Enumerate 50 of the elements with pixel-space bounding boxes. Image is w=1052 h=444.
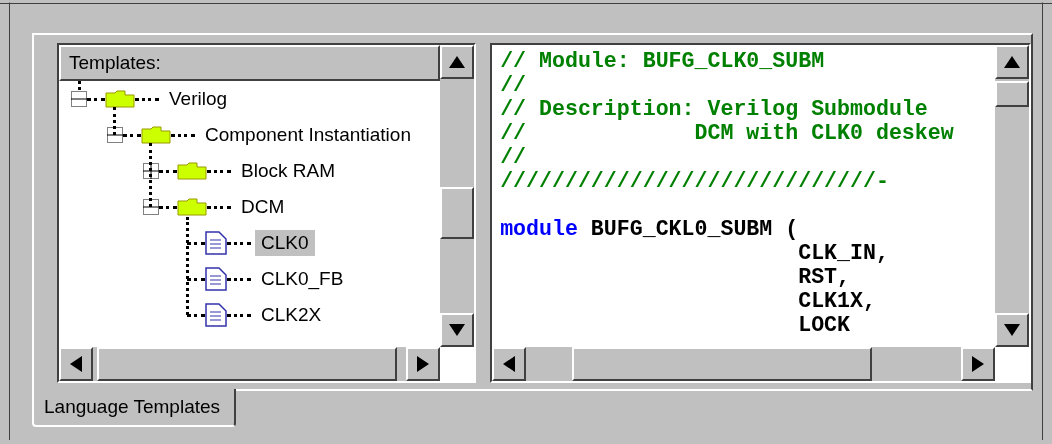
scroll-right-button[interactable] [406,347,441,381]
scroll-left-button[interactable] [59,347,93,381]
scrollbar-thumb[interactable] [440,187,475,239]
scrollbar-thumb[interactable] [97,347,397,381]
scroll-up-button[interactable] [995,45,1029,79]
tree-item[interactable]: CLK0_FB [255,266,350,292]
folder-icon [105,90,135,108]
code-comment: // [500,73,528,97]
scroll-down-button[interactable] [440,313,475,347]
scrollbar-thumb[interactable] [995,81,1029,107]
up-arrow-icon [1003,55,1021,69]
right-arrow-icon [971,355,985,373]
code-comment: /////////////////////////////- [500,169,890,193]
code-line: LOCK [797,313,851,337]
code-comment: // DCM with CLK0 deskew [500,121,955,145]
left-arrow-icon [502,355,517,373]
code-line: CLK_IN, [797,241,890,265]
folder-icon [177,198,207,216]
document-icon [205,231,227,255]
expand-icon[interactable] [143,163,159,179]
folder-icon [141,126,171,144]
right-arrow-icon [416,355,431,373]
tree-item[interactable]: Component Instantiation [199,122,417,148]
document-icon [205,267,227,291]
tree-item[interactable]: CLK2X [255,302,328,328]
code-line: RST, [797,265,851,289]
scroll-left-button[interactable] [492,347,527,381]
down-arrow-icon [1003,323,1021,337]
scroll-down-button[interactable] [995,313,1029,347]
folder-icon [177,162,207,180]
scroll-up-button[interactable] [440,45,475,79]
scroll-right-button[interactable] [961,347,995,381]
tree-header: Templates: [59,45,441,81]
tree-item[interactable]: Block RAM [235,158,341,184]
up-arrow-icon [448,55,467,69]
collapse-icon[interactable] [107,127,123,143]
tree-item[interactable]: Verilog [163,86,234,112]
code-line: module BUFG_CKL0_SUBM ( [500,217,800,241]
code-comment: // Module: BUFG_CLK0_SUBM [500,49,826,73]
code-comment: // Description: Verilog Submodule [500,97,929,121]
code-comment: // [500,145,528,169]
code-line: CLK1X, [797,289,877,313]
tree-item[interactable]: DCM [235,194,291,220]
tab[interactable]: Language Templates [32,389,237,427]
left-arrow-icon [69,355,83,373]
collapse-icon[interactable] [143,199,159,215]
document-icon [205,303,227,327]
tree-item[interactable]: CLK0 [255,230,315,256]
down-arrow-icon [448,323,467,337]
scrollbar-thumb[interactable] [572,347,873,381]
